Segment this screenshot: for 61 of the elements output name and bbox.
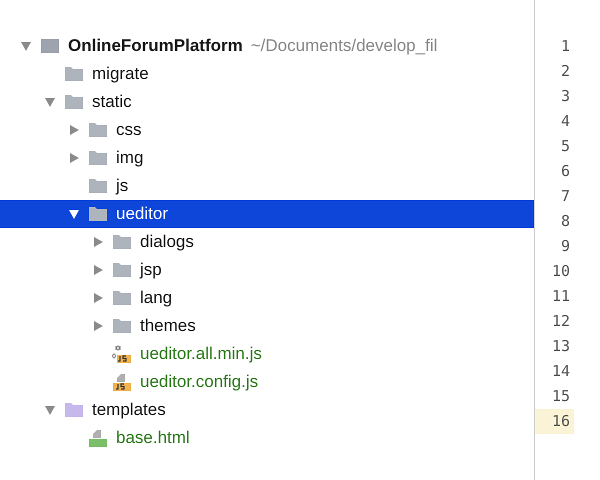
module-icon — [40, 38, 60, 54]
tree-row[interactable]: static — [0, 88, 534, 116]
expanded-arrow-icon[interactable] — [44, 404, 56, 416]
tree-label: ueditor — [116, 203, 168, 226]
tree-label: lang — [140, 287, 172, 310]
expanded-arrow-icon[interactable] — [20, 40, 32, 52]
project-path: ~/Documents/develop_fil — [250, 35, 438, 58]
tree-label: js — [116, 175, 128, 198]
tree-row[interactable]: js — [0, 172, 534, 200]
tree-label: base.html — [116, 427, 190, 450]
collapsed-arrow-icon[interactable] — [92, 292, 104, 304]
expanded-arrow-icon[interactable] — [44, 96, 56, 108]
tree-row[interactable]: lang — [0, 284, 534, 312]
expanded-arrow-icon[interactable] — [68, 208, 80, 220]
line-number: 2 — [560, 61, 571, 82]
collapsed-arrow-icon[interactable] — [92, 236, 104, 248]
line-number: 3 — [560, 86, 571, 108]
tree-row[interactable]: ueditor.all.min.js — [0, 340, 534, 368]
line-number: 4 — [560, 111, 571, 132]
tree-label: OnlineForumPlatform — [68, 35, 243, 58]
line-number: 12 — [550, 311, 571, 332]
collapsed-arrow-icon[interactable] — [92, 320, 104, 332]
line-number: 15 — [550, 386, 571, 408]
tree-row[interactable]: templates — [0, 396, 534, 424]
tree-label: migrate — [92, 63, 149, 86]
tree-row[interactable]: css — [0, 116, 534, 144]
binary-js-file-icon — [112, 344, 132, 364]
line-number: 16 — [535, 409, 574, 434]
line-number: 5 — [560, 136, 571, 158]
line-number: 13 — [550, 336, 571, 358]
tree-row[interactable]: ueditor.config.js — [0, 368, 534, 396]
line-number: 9 — [560, 236, 571, 258]
tree-row[interactable]: themes — [0, 312, 534, 340]
collapsed-arrow-icon[interactable] — [92, 264, 104, 276]
collapsed-arrow-icon[interactable] — [68, 124, 80, 136]
tree-label: ueditor.all.min.js — [140, 343, 262, 366]
tree-label: jsp — [140, 259, 162, 282]
tree-row[interactable]: base.html — [0, 424, 534, 452]
tree-label: img — [116, 147, 144, 170]
tree-row[interactable]: OnlineForumPlatform ~/Documents/develop_fil — [0, 32, 534, 60]
line-number: 10 — [550, 261, 571, 282]
tree-row[interactable]: migrate — [0, 60, 534, 88]
collapsed-arrow-icon[interactable] — [68, 152, 80, 164]
html-file-icon — [88, 428, 108, 448]
line-number: 14 — [550, 361, 571, 382]
line-number: 6 — [560, 161, 571, 182]
line-number: 8 — [560, 211, 571, 232]
js-file-icon — [112, 372, 132, 392]
tree-label: static — [92, 91, 132, 114]
tree-row[interactable]: ueditor — [0, 200, 534, 228]
tree-row[interactable]: dialogs — [0, 228, 534, 256]
line-number: 7 — [560, 186, 571, 208]
line-number: 11 — [550, 286, 571, 308]
tree-row[interactable]: img — [0, 144, 534, 172]
tree-row[interactable]: jsp — [0, 256, 534, 284]
tree-label: themes — [140, 315, 196, 338]
tree-label: css — [116, 119, 142, 142]
tree-label: ueditor.config.js — [140, 371, 258, 394]
tree-label: templates — [92, 399, 166, 422]
tree-label: dialogs — [140, 231, 194, 254]
line-number: 1 — [560, 36, 571, 58]
